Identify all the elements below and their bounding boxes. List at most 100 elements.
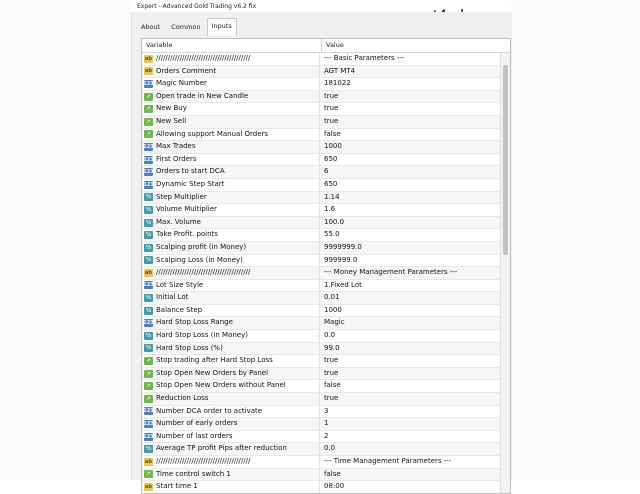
variable-cell[interactable]: ½Take Profit. points <box>142 229 320 241</box>
variable-cell[interactable]: 123Lot Size Style <box>142 280 320 292</box>
value-cell[interactable]: 181022 <box>320 78 351 90</box>
value-cell[interactable]: 650 <box>320 179 337 191</box>
value-cell[interactable]: true <box>320 91 338 103</box>
value-cell[interactable]: AGT MT4 <box>320 66 355 78</box>
variable-cell[interactable]: ½Average TP profit Pips after reduction <box>142 443 320 455</box>
table-row[interactable]: ½Scalping profit (in Money)9999999.0 <box>142 242 500 255</box>
value-cell[interactable]: 100.0 <box>320 217 344 229</box>
column-header-variable[interactable]: Variable <box>142 39 322 52</box>
variable-cell[interactable]: ↗Open trade in New Candle <box>142 91 320 103</box>
value-cell[interactable]: true <box>320 116 338 128</box>
table-row[interactable]: 123Lot Size Style1.Fixed Lot <box>142 280 500 293</box>
variable-cell[interactable]: 123Max Trades <box>142 141 320 153</box>
value-cell[interactable]: 9999999.0 <box>320 242 362 254</box>
value-cell[interactable]: 2 <box>320 431 328 443</box>
table-row[interactable]: abStart time 108:00 <box>142 481 500 494</box>
tab-about[interactable]: About <box>136 19 165 35</box>
variable-cell[interactable]: ½Scalping profit (in Money) <box>142 242 320 254</box>
table-row[interactable]: abOrders CommentAGT MT4 <box>142 66 500 79</box>
variable-cell[interactable]: ½Scalping Loss (in Money) <box>142 255 320 267</box>
variable-cell[interactable]: 123Hard Stop Loss Range <box>142 317 320 329</box>
table-row[interactable]: 123Orders to start DCA6 <box>142 166 500 179</box>
table-row[interactable]: 123Number of early orders1 <box>142 418 500 431</box>
value-cell[interactable]: 08:00 <box>320 481 344 493</box>
value-cell[interactable]: 0.0 <box>320 443 335 455</box>
value-cell[interactable]: 1.6 <box>320 204 335 216</box>
table-row[interactable]: ↗Stop trading after Hard Stop Losstrue <box>142 355 500 368</box>
variable-cell[interactable]: ↗Time control switch 1 <box>142 469 320 481</box>
value-cell[interactable]: 3 <box>320 406 328 418</box>
table-row[interactable]: ½Average TP profit Pips after reduction0… <box>142 443 500 456</box>
value-cell[interactable]: 0.0 <box>320 330 335 342</box>
value-cell[interactable]: 1000 <box>320 305 342 317</box>
variable-cell[interactable]: ab//////////////////////////////////////… <box>142 456 320 468</box>
table-row[interactable]: ↗Reduction Losstrue <box>142 393 500 406</box>
value-cell[interactable]: Magic <box>320 317 345 329</box>
table-row[interactable]: ½Balance Step1000 <box>142 305 500 318</box>
value-cell[interactable]: --- Money Management Parameters --- <box>320 267 457 279</box>
value-cell[interactable]: --- Basic Parameters --- <box>320 53 404 65</box>
variable-cell[interactable]: 123Orders to start DCA <box>142 166 320 178</box>
variable-cell[interactable]: ½Max. Volume <box>142 217 320 229</box>
value-cell[interactable]: 1000 <box>320 141 342 153</box>
value-cell[interactable]: true <box>320 103 338 115</box>
variable-cell[interactable]: ↗New Buy <box>142 103 320 115</box>
tab-common[interactable]: Common <box>166 19 205 35</box>
variable-cell[interactable]: 123Number DCA order to activate <box>142 406 320 418</box>
table-row[interactable]: ½Step Multiplier1.14 <box>142 192 500 205</box>
value-cell[interactable]: 650 <box>320 154 337 166</box>
variable-cell[interactable]: ↗Stop Open New Orders by Panel <box>142 368 320 380</box>
table-row[interactable]: 123Magic Number181022 <box>142 78 500 91</box>
variable-cell[interactable]: 123Number of early orders <box>142 418 320 430</box>
variable-cell[interactable]: ½Volume Multiplier <box>142 204 320 216</box>
variable-cell[interactable]: ↗Stop Open New Orders without Panel <box>142 380 320 392</box>
variable-cell[interactable]: ↗Allowing support Manual Orders <box>142 129 320 141</box>
value-cell[interactable]: false <box>320 469 341 481</box>
table-row[interactable]: 123Number of last orders2 <box>142 431 500 444</box>
table-row[interactable]: ab//////////////////////////////////////… <box>142 456 500 469</box>
variable-cell[interactable]: 123First Orders <box>142 154 320 166</box>
variable-cell[interactable]: ½Initial Lot <box>142 292 320 304</box>
variable-cell[interactable]: ↗Reduction Loss <box>142 393 320 405</box>
value-cell[interactable]: --- Time Management Parameters --- <box>320 456 451 468</box>
table-row[interactable]: 123Max Trades1000 <box>142 141 500 154</box>
table-row[interactable]: ↗Stop Open New Orders by Paneltrue <box>142 368 500 381</box>
value-cell[interactable]: true <box>320 393 338 405</box>
table-row[interactable]: ½Max. Volume100.0 <box>142 217 500 230</box>
value-cell[interactable]: false <box>320 380 341 392</box>
variable-cell[interactable]: ½Balance Step <box>142 305 320 317</box>
table-row[interactable]: 123First Orders650 <box>142 154 500 167</box>
value-cell[interactable]: 6 <box>320 166 328 178</box>
table-row[interactable]: 123Hard Stop Loss RangeMagic <box>142 317 500 330</box>
variable-cell[interactable]: abStart time 1 <box>142 481 320 493</box>
variable-cell[interactable]: 123Dynamic Step Start <box>142 179 320 191</box>
variable-cell[interactable]: ½Step Multiplier <box>142 192 320 204</box>
variable-cell[interactable]: ab//////////////////////////////////////… <box>142 53 320 65</box>
value-cell[interactable]: 0.01 <box>320 292 340 304</box>
column-header-value[interactable]: Value <box>322 39 344 52</box>
vertical-scrollbar[interactable] <box>500 53 510 493</box>
tab-inputs[interactable]: Inputs <box>207 18 237 36</box>
table-row[interactable]: ↗New Buytrue <box>142 103 500 116</box>
scrollbar-thumb[interactable] <box>503 65 508 255</box>
value-cell[interactable]: 1.14 <box>320 192 340 204</box>
table-row[interactable]: ½Scalping Loss (in Money)999999.0 <box>142 255 500 268</box>
table-row[interactable]: ↗New Selltrue <box>142 116 500 129</box>
variable-cell[interactable]: 123Magic Number <box>142 78 320 90</box>
table-row[interactable]: ½Hard Stop Loss (in Money)0.0 <box>142 330 500 343</box>
value-cell[interactable]: 99.0 <box>320 343 340 355</box>
table-row[interactable]: ↗Open trade in New Candletrue <box>142 91 500 104</box>
value-cell[interactable]: 999999.0 <box>320 255 357 267</box>
variable-cell[interactable]: ½Hard Stop Loss (in Money) <box>142 330 320 342</box>
variable-cell[interactable]: 123Number of last orders <box>142 431 320 443</box>
value-cell[interactable]: 55.0 <box>320 229 340 241</box>
table-row[interactable]: ½Take Profit. points55.0 <box>142 229 500 242</box>
table-row[interactable]: ab//////////////////////////////////////… <box>142 267 500 280</box>
value-cell[interactable]: 1.Fixed Lot <box>320 280 362 292</box>
table-row[interactable]: ½Hard Stop Loss (%)99.0 <box>142 343 500 356</box>
table-row[interactable]: ↗Allowing support Manual Ordersfalse <box>142 129 500 142</box>
variable-cell[interactable]: ↗Stop trading after Hard Stop Loss <box>142 355 320 367</box>
table-row[interactable]: 123Number DCA order to activate3 <box>142 406 500 419</box>
variable-cell[interactable]: abOrders Comment <box>142 66 320 78</box>
table-row[interactable]: ½Volume Multiplier1.6 <box>142 204 500 217</box>
